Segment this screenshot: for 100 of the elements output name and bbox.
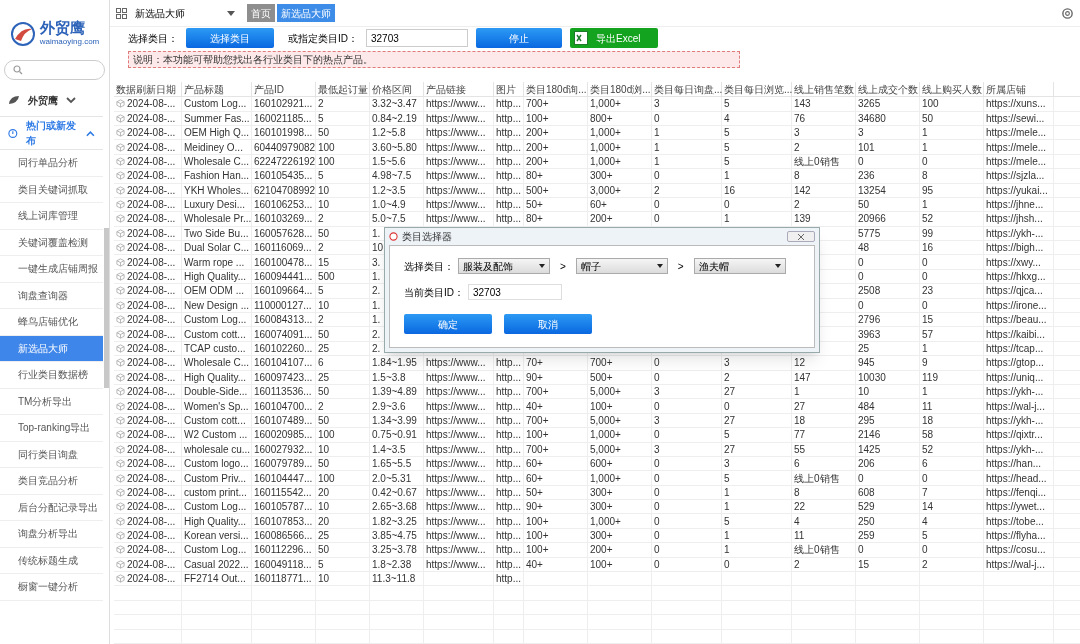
table-cell-text: http... — [496, 356, 521, 371]
table-cell-text: https://ykh-... — [986, 442, 1044, 457]
table-cell-text: 25 — [318, 370, 330, 385]
table-cell-text: 0 — [654, 198, 660, 213]
table-cell-text: 160100478... — [254, 255, 313, 270]
table-cell-text: 2. — [372, 284, 381, 299]
table-cell-text: Custom logo... — [184, 457, 249, 472]
excel-icon — [574, 31, 588, 46]
table-cell-text: https://qixtr... — [986, 428, 1043, 443]
table-cell-text: 160094441... — [254, 270, 313, 285]
sidebar-group[interactable]: 外贸鹰 — [0, 84, 103, 117]
table-cell-text: 2 — [794, 140, 800, 155]
table-cell-text: 2024-08-... — [127, 327, 176, 342]
confirm-button[interactable]: 确定 — [404, 314, 492, 334]
column-header[interactable]: 类目每日浏览... — [722, 82, 792, 97]
category-select[interactable]: 帽子 — [575, 258, 668, 274]
module-select[interactable]: 新选品大师 — [135, 5, 235, 21]
cube-icon — [116, 286, 125, 296]
cube-icon — [116, 315, 125, 325]
table-cell-text: 10 — [858, 385, 870, 400]
table-cell-text: 线上0销售 — [794, 154, 840, 169]
table-cell-text: OEM ODM ... — [184, 284, 244, 299]
category-select[interactable]: 渔夫帽 — [693, 258, 786, 274]
category-select[interactable]: 服装及配饰 — [458, 258, 550, 274]
table-cell-text: 5775 — [858, 226, 881, 241]
table-cell-text: 23 — [922, 284, 934, 299]
table-cell-text: 2024-08-... — [127, 385, 176, 400]
table-cell-text: 2 — [724, 370, 730, 385]
column-header[interactable]: 产品ID — [252, 82, 316, 97]
table-cell-text: 160107853... — [254, 514, 313, 529]
table-cell-text: 500+ — [526, 183, 549, 198]
table-cell-text: 700+ — [526, 385, 549, 400]
app-icon — [389, 232, 398, 241]
table-cell-text: https://www... — [426, 126, 486, 141]
category-id-field[interactable]: 32703 — [366, 29, 468, 48]
column-header[interactable]: 最低起订量 — [316, 82, 370, 97]
table-cell-text: 62247226192 — [254, 154, 316, 169]
sidebar-item[interactable]: 新选品大师 — [0, 335, 103, 362]
table-cell-text: 0.75~0.91 — [372, 428, 417, 443]
table-cell-text: 143 — [794, 97, 811, 112]
column-header[interactable]: 类目每日询盘... — [652, 82, 722, 97]
column-header[interactable]: 类目180d询... — [524, 82, 588, 97]
table-cell-text: https://mele... — [986, 140, 1047, 155]
column-header[interactable]: 产品标题 — [182, 82, 252, 97]
column-header[interactable]: 价格区间 — [370, 82, 424, 97]
table-cell-text: 206 — [858, 457, 875, 472]
table-cell-text: 700+ — [526, 413, 549, 428]
eagle-logo-icon — [9, 21, 36, 47]
column-header[interactable]: 线上购买人数 — [920, 82, 984, 97]
column-header[interactable]: 产品链接 — [424, 82, 494, 97]
table-cell-text: 1,000+ — [590, 154, 621, 169]
table-cell-text: 2. — [372, 327, 381, 342]
table-cell-text: 20 — [318, 485, 330, 500]
column-header[interactable]: 线上销售笔数 — [792, 82, 856, 97]
table-cell-text: 0 — [654, 471, 660, 486]
table-cell-text: https://www... — [426, 385, 486, 400]
column-header[interactable]: 线上成交个数 — [856, 82, 920, 97]
table-cell-text: 3963 — [858, 327, 881, 342]
table-cell-text: 2024-08-... — [127, 370, 176, 385]
table-cell-text: High Quality... — [184, 514, 247, 529]
table-cell-text: https://www... — [426, 183, 486, 198]
group-label: 热门或新发布 — [25, 119, 77, 148]
category-id-field[interactable]: 32703 — [468, 284, 562, 300]
scrollbar[interactable] — [104, 228, 109, 388]
settings-icon[interactable] — [1061, 6, 1074, 20]
stop-button[interactable]: 停止 — [476, 28, 562, 49]
select-category-button[interactable]: 选择类目 — [186, 28, 274, 49]
separator: > — [559, 259, 567, 274]
table-cell-text: 100+ — [526, 428, 549, 443]
table-cell-text: 1425 — [858, 442, 881, 457]
cube-icon — [116, 473, 125, 483]
column-header[interactable]: 图片 — [494, 82, 524, 97]
table-cell-text: https://sewi... — [986, 111, 1045, 126]
table-cell-text: 6 — [794, 457, 800, 472]
column-header[interactable]: 数据刷新日期 — [114, 82, 182, 97]
table-cell-text: 500+ — [590, 370, 613, 385]
table-cell-text: http... — [496, 442, 521, 457]
cancel-button[interactable]: 取消 — [504, 314, 592, 334]
column-header[interactable]: 所属店铺 — [984, 82, 1054, 97]
table-cell-text: 76 — [794, 111, 806, 126]
table-cell-text: 14 — [922, 500, 934, 515]
table-cell-text: 1 — [724, 543, 730, 558]
table-cell-text: Wholesale C... — [184, 154, 250, 169]
table-cell-text: 700+ — [526, 97, 549, 112]
table-cell-text: 50 — [858, 198, 870, 213]
table-cell-text: 3 — [858, 126, 864, 141]
table-cell-text: https://www... — [426, 111, 486, 126]
table-cell-text: 200+ — [590, 212, 613, 227]
column-header[interactable]: 类目180d浏... — [588, 82, 652, 97]
table-cell-text: 16 — [724, 183, 736, 198]
cube-icon — [116, 430, 125, 440]
table-cell-text: 3. — [372, 255, 381, 270]
table-cell-text: 18 — [922, 413, 934, 428]
close-button[interactable] — [787, 231, 815, 242]
table-cell-text: 13254 — [858, 183, 886, 198]
table-cell-text: 50 — [318, 413, 330, 428]
table-cell-text: 5 — [318, 557, 324, 572]
table-cell-text: 2 — [318, 313, 324, 328]
table-cell-text: 0 — [654, 169, 660, 184]
table-cell-text: 100+ — [526, 514, 549, 529]
